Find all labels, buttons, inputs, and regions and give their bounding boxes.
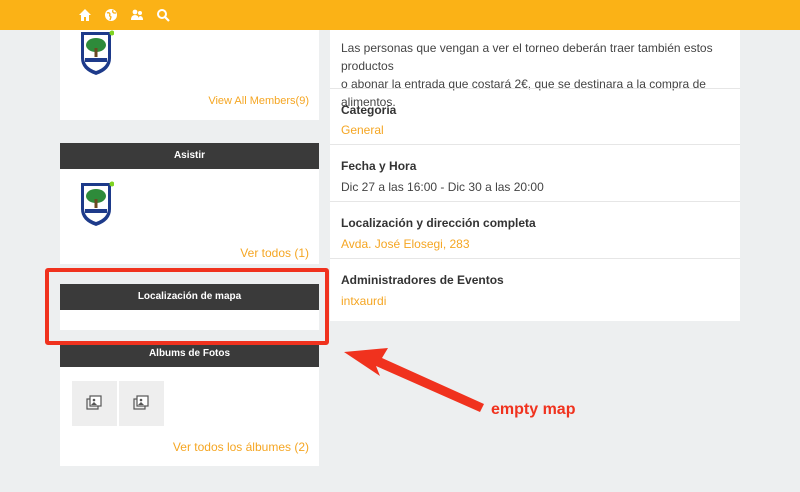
search-icon[interactable] bbox=[156, 8, 170, 22]
annotation-highlight-box bbox=[45, 268, 329, 345]
photo-albums-panel: Albums de Fotos Ver todos los álbumes (2… bbox=[60, 341, 319, 466]
admins-label: Administradores de Eventos bbox=[341, 273, 504, 287]
attend-header: Asistir bbox=[60, 143, 319, 169]
album-thumbnail[interactable] bbox=[72, 381, 117, 426]
annotation-arrow-icon bbox=[344, 348, 484, 412]
attend-panel: Asistir Ver todos (1) bbox=[60, 143, 319, 264]
location-label: Localización y dirección completa bbox=[341, 216, 536, 230]
globe-icon[interactable] bbox=[104, 8, 118, 22]
datetime-section: Fecha y Hora Dic 27 a las 16:00 - Dic 30… bbox=[330, 144, 740, 202]
location-section: Localización y dirección completa Avda. … bbox=[330, 201, 740, 259]
datetime-value: Dic 27 a las 16:00 - Dic 30 a las 20:00 bbox=[341, 180, 544, 194]
category-section: Categoría General bbox=[330, 88, 740, 145]
view-all-members-link[interactable]: View All Members(9) bbox=[208, 95, 309, 107]
people-icon[interactable] bbox=[130, 8, 144, 22]
annotation-label: empty map bbox=[491, 401, 576, 418]
photo-album-icon bbox=[86, 395, 102, 410]
description-line: Las personas que vengan a ver el torneo … bbox=[341, 41, 713, 73]
attendee-avatar[interactable] bbox=[78, 181, 114, 227]
members-panel: View All Members(9) bbox=[60, 30, 319, 120]
admin-link[interactable]: intxaurdi bbox=[341, 294, 386, 308]
see-all-attendees-link[interactable]: Ver todos (1) bbox=[240, 246, 309, 260]
event-details-panel: Las personas que vengan a ver el torneo … bbox=[330, 30, 740, 321]
location-link[interactable]: Avda. José Elosegi, 283 bbox=[341, 237, 470, 251]
home-icon[interactable] bbox=[78, 8, 92, 22]
category-link[interactable]: General bbox=[341, 123, 384, 137]
category-label: Categoría bbox=[341, 103, 397, 117]
datetime-label: Fecha y Hora bbox=[341, 159, 417, 173]
club-logo[interactable] bbox=[78, 30, 114, 76]
see-all-albums-link[interactable]: Ver todos los álbumes (2) bbox=[173, 440, 309, 454]
top-nav-bar bbox=[0, 0, 800, 30]
admins-section: Administradores de Eventos intxaurdi bbox=[330, 258, 740, 321]
album-thumbnail[interactable] bbox=[119, 381, 164, 426]
photo-album-icon bbox=[133, 395, 149, 410]
